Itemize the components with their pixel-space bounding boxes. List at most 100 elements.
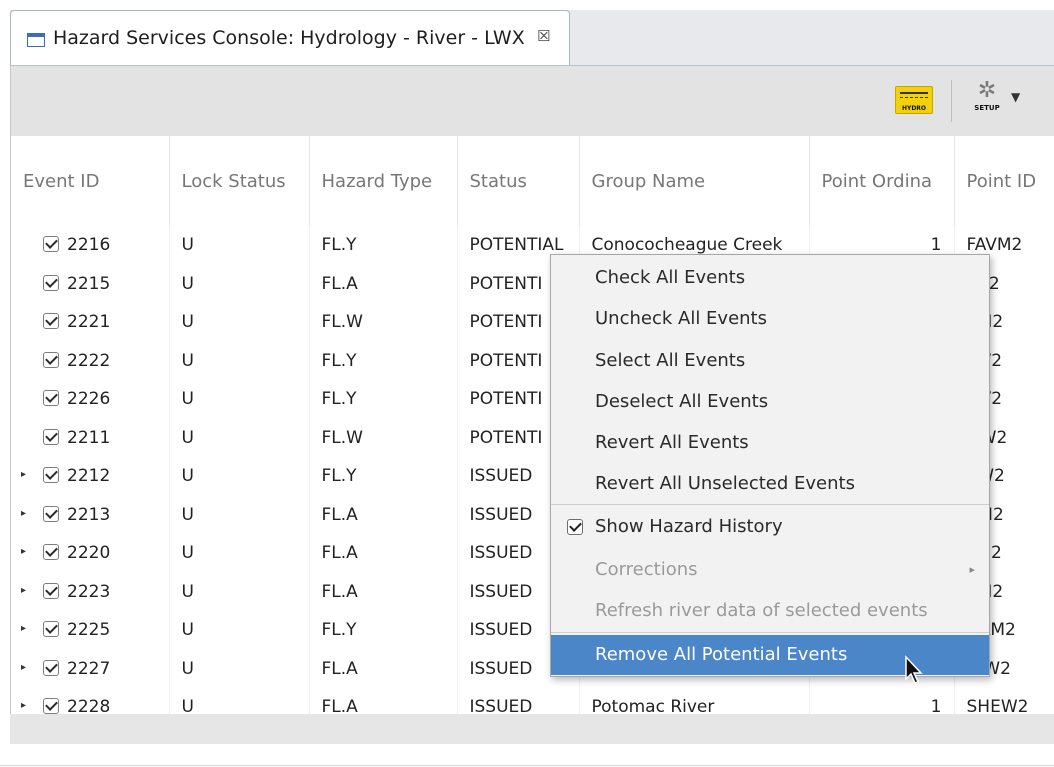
menu-item[interactable]: Revert All Unselected Events <box>551 464 989 504</box>
event-checkbox[interactable] <box>43 698 59 714</box>
menu-item[interactable]: Revert All Events <box>551 423 989 463</box>
event-checkbox[interactable] <box>43 236 59 253</box>
event-id-cell: ▸ 2225 <box>11 611 170 650</box>
submenu-arrow-icon: ▸ <box>969 563 975 576</box>
type-cell: FL.A <box>309 495 458 534</box>
type-cell: FL.A <box>309 534 458 573</box>
expand-arrow-icon[interactable]: ▸ <box>21 546 26 557</box>
type-cell: FL.Y <box>309 380 458 419</box>
menu-item-label: Check All Events <box>595 267 746 288</box>
type-cell: FL.W <box>309 418 458 457</box>
lock-cell: U <box>169 380 310 419</box>
menu-item-label: Select All Events <box>595 350 746 371</box>
console-tab[interactable]: Hazard Services Console: Hydrology - Riv… <box>10 10 570 65</box>
lock-cell: U <box>169 572 310 611</box>
menu-item[interactable]: Deselect All Events <box>551 382 989 422</box>
water-level-icon <box>900 92 928 94</box>
event-id: 2211 <box>67 427 111 448</box>
lock-cell: U <box>169 264 310 303</box>
menu-item-label: Revert All Events <box>595 432 749 453</box>
event-id: 2226 <box>67 389 111 410</box>
event-id-cell: 2226 <box>11 380 170 419</box>
expand-arrow-icon[interactable]: ▸ <box>21 623 26 634</box>
event-checkbox[interactable] <box>43 390 59 407</box>
column-header[interactable]: Hazard Type <box>309 136 458 226</box>
expand-arrow-icon[interactable]: ▸ <box>21 662 26 673</box>
event-id: 2225 <box>67 620 111 641</box>
event-id-cell: 2215 <box>11 264 170 303</box>
type-cell: FL.Y <box>309 611 458 650</box>
menu-item-label: Revert All Unselected Events <box>595 473 855 494</box>
event-checkbox[interactable] <box>43 351 59 368</box>
event-id-cell: 2221 <box>11 303 170 342</box>
event-id-cell: 2216 <box>11 226 170 265</box>
console-toolbar: HYDRO ✲ SETUP ▼ <box>10 66 1054 136</box>
menu-item-label: Show Hazard History <box>595 516 783 537</box>
event-checkbox[interactable] <box>43 274 59 291</box>
lock-cell: U <box>169 303 310 342</box>
lock-cell: U <box>169 457 310 496</box>
type-cell: FL.Y <box>309 341 458 380</box>
ordinal-cell: 1 <box>809 688 955 714</box>
event-id: 2212 <box>67 466 111 487</box>
type-cell: FL.A <box>309 688 458 714</box>
table-row[interactable]: ▸ 2228 U FL.A ISSUED Potomac River 1 SHEW2 <box>11 688 1054 714</box>
column-header[interactable]: Point ID <box>954 136 1054 226</box>
gear-icon: ✲ <box>977 78 997 103</box>
column-header[interactable]: Lock Status <box>169 136 310 226</box>
column-header[interactable]: Group Name <box>579 136 810 226</box>
menu-item[interactable]: Check All Events <box>551 258 989 298</box>
hydro-label: HYDRO <box>901 105 927 112</box>
menu-item-label: Refresh river data of selected events <box>595 600 928 621</box>
column-header[interactable]: Point Ordina <box>809 136 955 226</box>
event-id-cell: ▸ 2228 <box>11 688 170 714</box>
event-checkbox[interactable] <box>43 313 59 330</box>
divider <box>0 765 1054 766</box>
chevron-down-icon[interactable]: ▼ <box>1011 90 1020 104</box>
expand-arrow-icon[interactable]: ▸ <box>21 700 26 711</box>
event-id-cell: ▸ 2227 <box>11 649 170 688</box>
event-checkbox[interactable] <box>43 428 59 445</box>
event-id-cell: 2222 <box>11 341 170 380</box>
event-checkbox[interactable] <box>43 621 59 638</box>
lock-cell: U <box>169 611 310 650</box>
hydro-button[interactable]: HYDRO <box>895 86 933 114</box>
column-header[interactable]: Event ID <box>11 136 170 226</box>
mouse-cursor-icon <box>905 655 923 684</box>
event-checkbox[interactable] <box>43 659 59 676</box>
event-id: 2223 <box>67 581 111 602</box>
event-checkbox[interactable] <box>43 582 59 599</box>
lock-cell: U <box>169 534 310 573</box>
event-checkbox[interactable] <box>43 467 59 484</box>
event-id: 2222 <box>67 350 111 371</box>
type-cell: FL.A <box>309 264 458 303</box>
menu-item[interactable]: Uncheck All Events <box>551 299 989 339</box>
group-cell: Potomac River <box>579 688 810 714</box>
type-cell: FL.A <box>309 649 458 688</box>
expand-arrow-icon[interactable]: ▸ <box>21 508 26 519</box>
setup-button[interactable]: ✲ SETUP <box>967 78 1007 122</box>
menu-item[interactable]: Select All Events <box>551 341 989 381</box>
event-checkbox[interactable] <box>43 505 59 522</box>
status-cell: ISSUED <box>457 688 580 714</box>
event-id: 2215 <box>67 273 111 294</box>
menu-item: Corrections ▸ <box>551 550 989 590</box>
event-id: 2220 <box>67 543 111 564</box>
event-id: 2216 <box>67 235 111 256</box>
expand-arrow-icon[interactable]: ▸ <box>21 469 26 480</box>
point-cell: SHEW2 <box>954 688 1054 714</box>
lock-cell: U <box>169 226 310 265</box>
window-icon <box>27 33 45 47</box>
close-tab-icon[interactable]: ☒ <box>537 27 550 45</box>
check-icon <box>567 519 583 535</box>
tab-title: Hazard Services Console: Hydrology - Riv… <box>53 27 525 49</box>
lock-cell: U <box>169 341 310 380</box>
event-checkbox[interactable] <box>43 544 59 561</box>
column-header[interactable]: Status <box>457 136 580 226</box>
lock-cell: U <box>169 418 310 457</box>
menu-item[interactable]: Show Hazard History <box>551 507 989 547</box>
menu-item: Refresh river data of selected events <box>551 591 989 631</box>
menu-item-label: Deselect All Events <box>595 391 769 412</box>
expand-arrow-icon[interactable]: ▸ <box>21 585 26 596</box>
table-header: Event ID Lock Status Hazard Type Status Grou… <box>11 136 1054 226</box>
